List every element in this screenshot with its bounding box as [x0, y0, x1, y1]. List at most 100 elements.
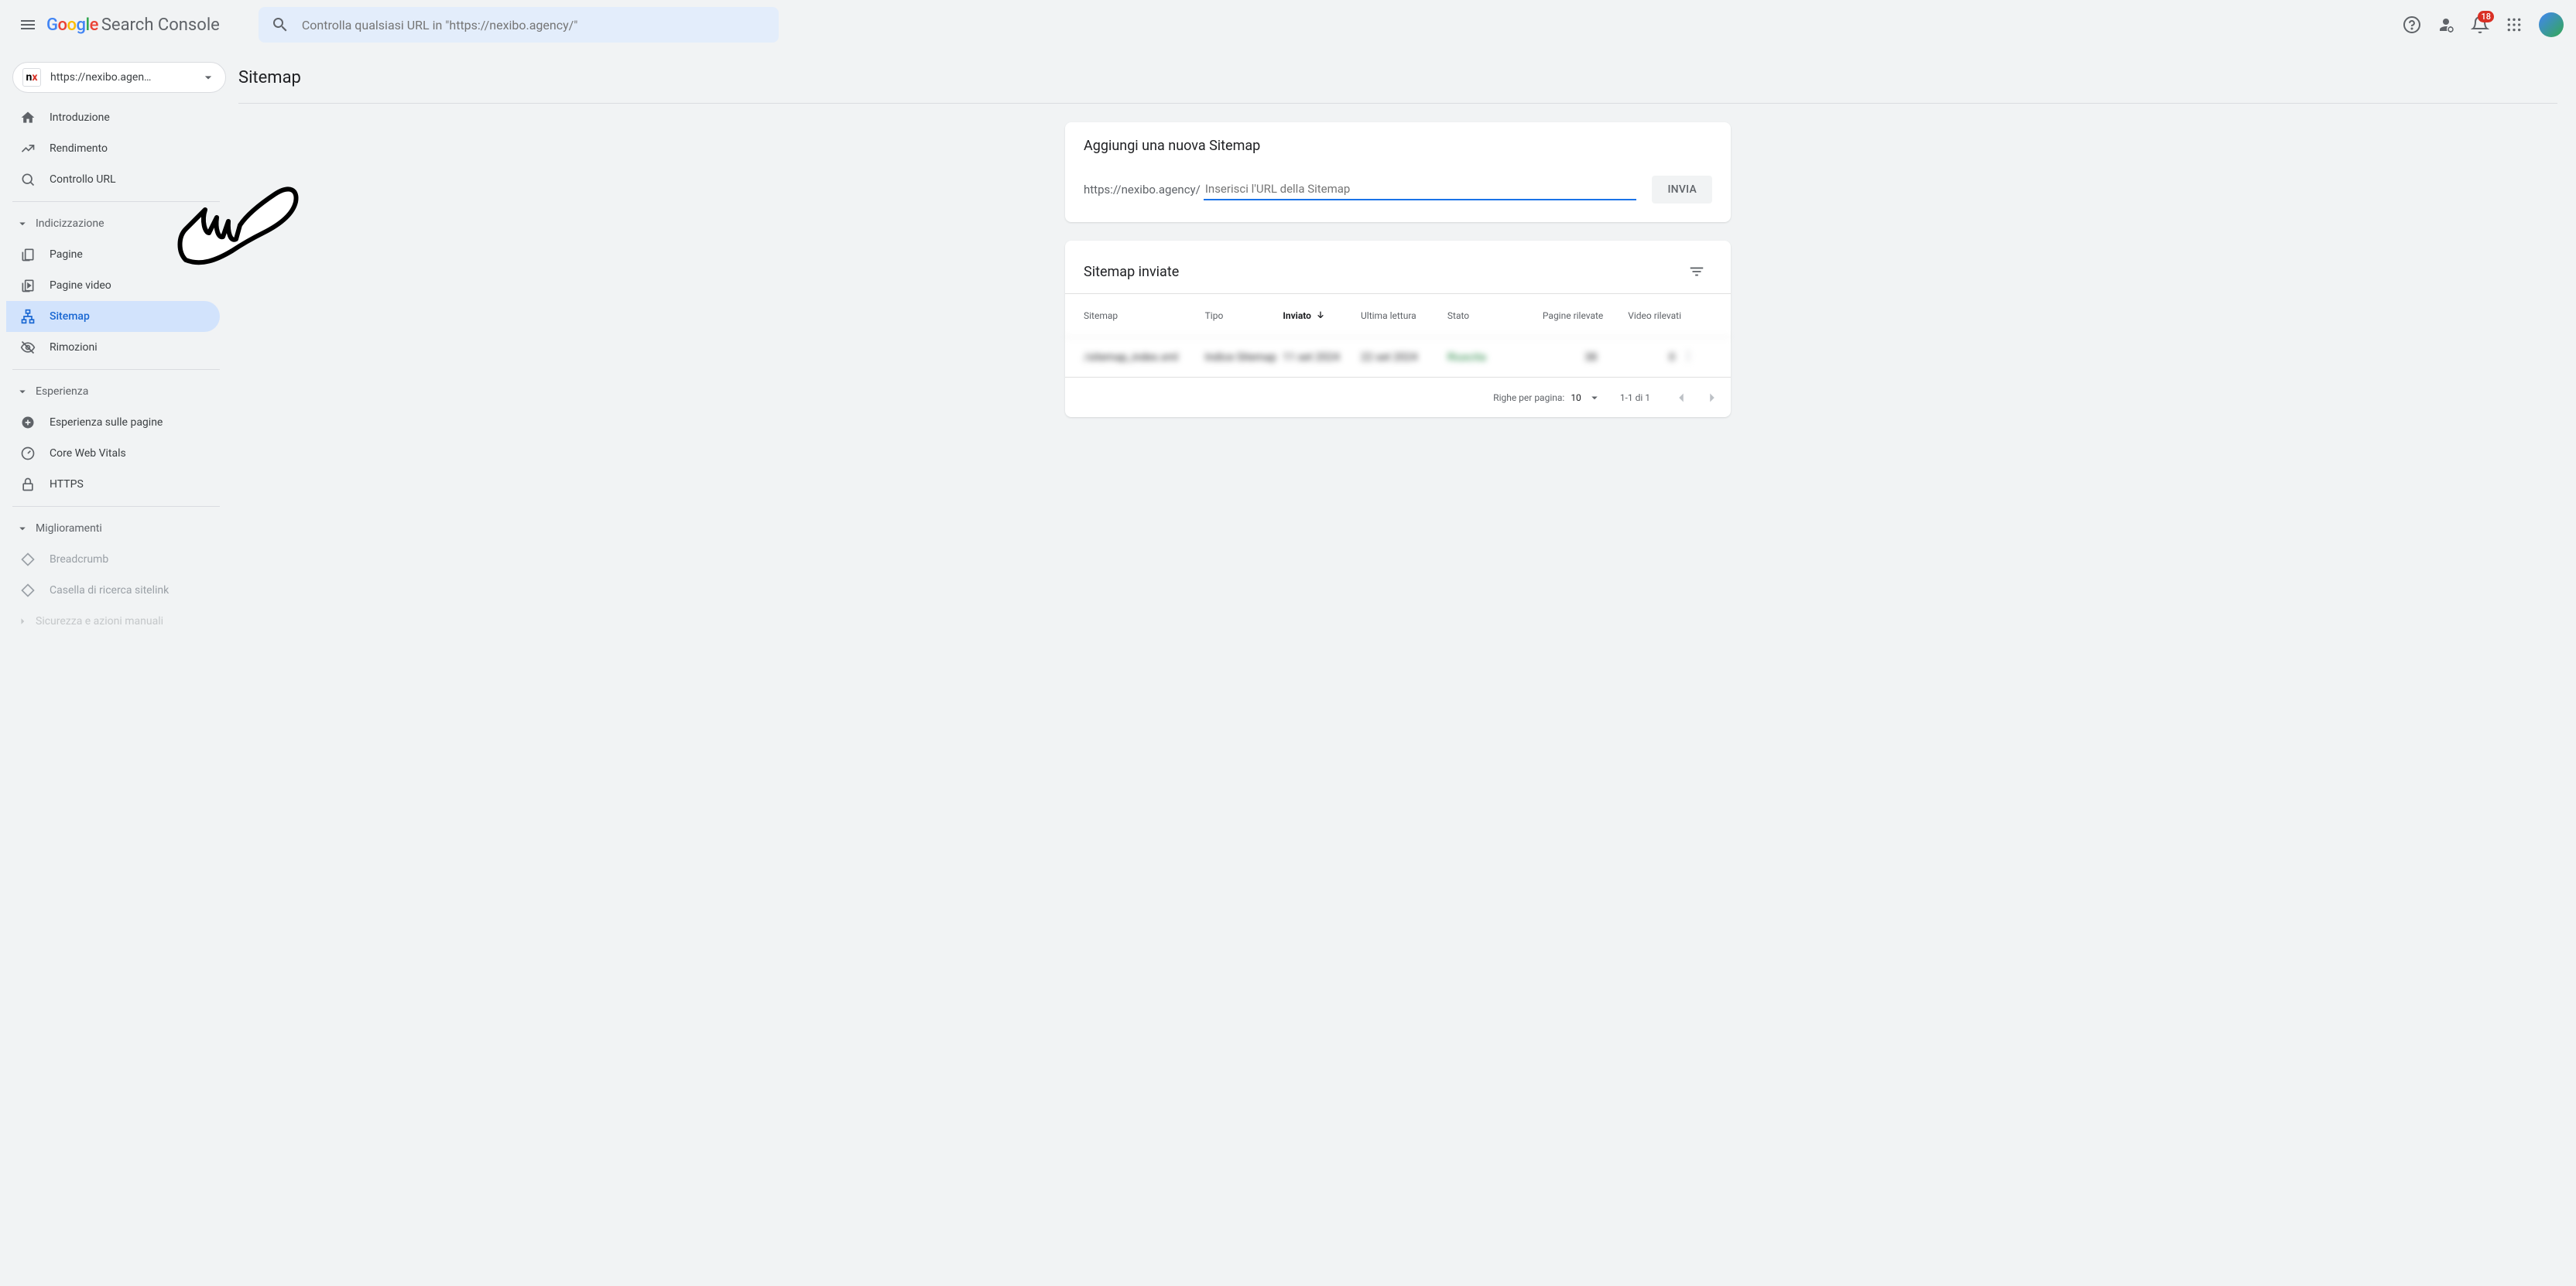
- sitemap-url-input[interactable]: [1204, 179, 1637, 200]
- nav-label: Pagine video: [50, 279, 111, 292]
- arrow-down-icon: [1314, 310, 1327, 322]
- nav-core-web-vitals[interactable]: Core Web Vitals: [6, 438, 220, 469]
- section-miglioramenti[interactable]: Miglioramenti: [6, 513, 232, 544]
- sitemap-icon: [20, 309, 36, 324]
- nav-esperienza-pagine[interactable]: Esperienza sulle pagine: [6, 407, 220, 438]
- rows-per-page-value[interactable]: 10: [1571, 392, 1581, 403]
- section-title: Indicizzazione: [36, 217, 104, 230]
- pagination-range: 1-1 di 1: [1620, 392, 1650, 403]
- section-indicizzazione[interactable]: Indicizzazione: [6, 208, 232, 239]
- nav-label: Rimozioni: [50, 341, 98, 354]
- row-menu-button[interactable]: [1681, 349, 1712, 366]
- section-title: Esperienza: [36, 385, 88, 398]
- nav-pagine-video[interactable]: Pagine video: [6, 270, 220, 301]
- nav-label: Introduzione: [50, 111, 110, 124]
- divider: [12, 369, 220, 370]
- submit-sitemap-button[interactable]: INVIA: [1652, 176, 1712, 204]
- nav-label: Rendimento: [50, 142, 108, 155]
- chevron-down-icon: [15, 385, 29, 398]
- nav-label: Breadcrumb: [50, 553, 108, 566]
- nav-pagine[interactable]: Pagine: [6, 239, 220, 270]
- chevron-down-icon: [15, 522, 29, 535]
- apps-button[interactable]: [2499, 9, 2530, 40]
- nav-label: Core Web Vitals: [50, 447, 126, 460]
- help-icon: [2403, 15, 2421, 34]
- pages-icon: [20, 247, 36, 262]
- cell-sitemap: /sitemap_index.xml: [1084, 351, 1205, 364]
- more-vert-icon: [1681, 349, 1695, 363]
- chevron-down-icon: [15, 217, 29, 231]
- notifications-button[interactable]: 18: [2465, 9, 2496, 40]
- product-logo[interactable]: Google Search Console: [46, 15, 220, 35]
- filter-icon: [1688, 263, 1705, 280]
- divider: [12, 201, 220, 202]
- menu-button[interactable]: [12, 9, 43, 40]
- nav-rimozioni[interactable]: Rimozioni: [6, 332, 220, 363]
- video-pages-icon: [20, 278, 36, 293]
- chevron-down-icon[interactable]: [1588, 391, 1601, 405]
- help-button[interactable]: [2396, 9, 2427, 40]
- users-settings-button[interactable]: [2430, 9, 2461, 40]
- add-sitemap-card: Aggiungi una nuova Sitemap https://nexib…: [1065, 122, 1731, 222]
- cell-sent: 11 set 2024: [1283, 351, 1361, 364]
- nav-label: HTTPS: [50, 478, 84, 491]
- nav-breadcrumb[interactable]: Breadcrumb: [6, 544, 220, 575]
- divider: [12, 506, 220, 507]
- apps-grid-icon: [2506, 17, 2522, 32]
- main-content: Sitemap Aggiungi una nuova Sitemap https…: [232, 50, 2576, 1286]
- property-favicon: nx: [22, 68, 41, 87]
- nav-casella-ricerca-sitelink[interactable]: Casella di ricerca sitelink: [6, 575, 220, 606]
- section-title: Sicurezza e azioni manuali: [36, 615, 163, 628]
- submitted-sitemaps-card: Sitemap inviate Sitemap Tipo Inviato: [1065, 241, 1731, 417]
- sidebar: nx https://nexibo.agen… Introduzione Ren…: [0, 50, 232, 1286]
- app-header: Google Search Console 18: [0, 0, 2576, 50]
- col-status[interactable]: Stato: [1447, 310, 1526, 321]
- diamond-icon: [20, 583, 36, 598]
- person-gear-icon: [2437, 15, 2455, 34]
- hamburger-icon: [19, 15, 37, 34]
- nav-label: Pagine: [50, 248, 83, 261]
- table-header: Sitemap Tipo Inviato Ultima lettura Stat…: [1065, 293, 1731, 337]
- col-type[interactable]: Tipo: [1205, 310, 1283, 321]
- table-footer: Righe per pagina: 10 1-1 di 1: [1065, 377, 1731, 417]
- nav-label: Esperienza sulle pagine: [50, 416, 163, 429]
- table-row[interactable]: /sitemap_index.xml Indice Sitemap 11 set…: [1065, 337, 1731, 377]
- url-inspect-search[interactable]: [259, 7, 779, 43]
- cell-pages: 38: [1526, 351, 1604, 364]
- eye-off-icon: [20, 340, 36, 355]
- diamond-icon: [20, 552, 36, 567]
- submitted-sitemaps-title: Sitemap inviate: [1084, 264, 1179, 280]
- gauge-icon: [20, 446, 36, 461]
- col-pages[interactable]: Pagine rilevate: [1526, 310, 1604, 321]
- account-avatar[interactable]: [2539, 12, 2564, 37]
- section-sicurezza[interactable]: Sicurezza e azioni manuali: [6, 606, 232, 637]
- product-name: Search Console: [101, 15, 220, 35]
- search-icon: [20, 172, 36, 187]
- col-videos[interactable]: Video rilevati: [1603, 310, 1681, 321]
- nav-introduzione[interactable]: Introduzione: [6, 102, 220, 133]
- nav-label: Controllo URL: [50, 173, 116, 186]
- nav-https[interactable]: HTTPS: [6, 469, 220, 500]
- page-title: Sitemap: [238, 68, 2557, 87]
- notification-badge: 18: [2478, 11, 2494, 22]
- nav-sitemap[interactable]: Sitemap: [6, 301, 220, 332]
- filter-button[interactable]: [1681, 256, 1712, 287]
- cell-status: Riuscita: [1447, 351, 1526, 364]
- lock-icon: [20, 477, 36, 492]
- chevron-left-icon: [1673, 389, 1690, 406]
- sitemap-url-prefix: https://nexibo.agency/: [1084, 183, 1201, 197]
- nav-controllo-url[interactable]: Controllo URL: [6, 164, 220, 195]
- col-sitemap[interactable]: Sitemap: [1084, 310, 1205, 321]
- plus-circle-icon: [20, 415, 36, 430]
- cell-videos: 0: [1603, 351, 1681, 364]
- prev-page-button[interactable]: [1669, 385, 1694, 410]
- property-label: https://nexibo.agen…: [50, 71, 200, 84]
- nav-rendimento[interactable]: Rendimento: [6, 133, 220, 164]
- property-selector[interactable]: nx https://nexibo.agen…: [12, 62, 226, 93]
- col-last-read[interactable]: Ultima lettura: [1361, 310, 1447, 321]
- col-sent[interactable]: Inviato: [1283, 310, 1361, 322]
- chevron-right-icon: [15, 614, 29, 628]
- url-inspect-input[interactable]: [302, 18, 766, 32]
- next-page-button[interactable]: [1700, 385, 1725, 410]
- section-esperienza[interactable]: Esperienza: [6, 376, 232, 407]
